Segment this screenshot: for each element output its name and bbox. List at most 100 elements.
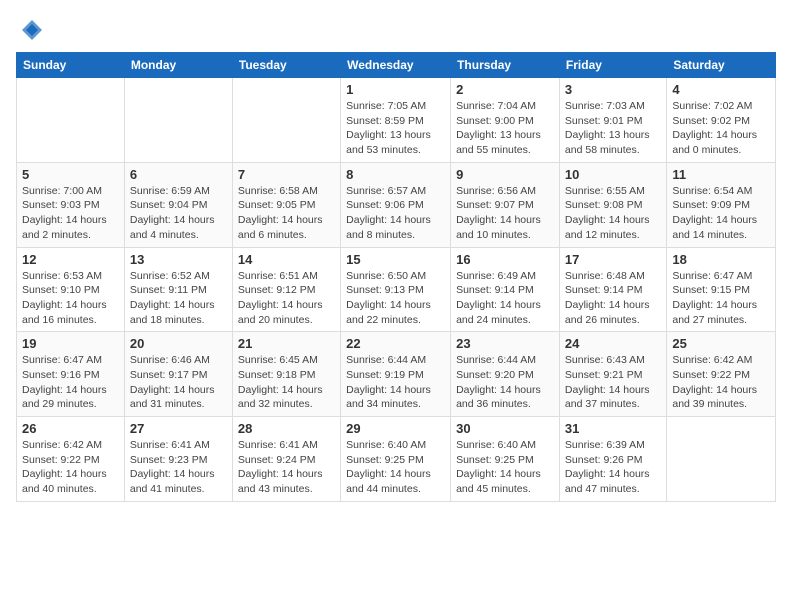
calendar-cell: 2 Sunrise: 7:04 AMSunset: 9:00 PMDaylight…	[451, 78, 560, 163]
day-detail: Sunrise: 6:41 AMSunset: 9:23 PMDaylight:…	[130, 438, 227, 497]
day-detail: Sunrise: 6:43 AMSunset: 9:21 PMDaylight:…	[565, 353, 661, 412]
day-detail: Sunrise: 6:41 AMSunset: 9:24 PMDaylight:…	[238, 438, 335, 497]
calendar-cell: 23 Sunrise: 6:44 AMSunset: 9:20 PMDayligh…	[451, 332, 560, 417]
calendar-cell: 27 Sunrise: 6:41 AMSunset: 9:23 PMDayligh…	[124, 417, 232, 502]
day-detail: Sunrise: 6:53 AMSunset: 9:10 PMDaylight:…	[22, 269, 119, 328]
day-number: 15	[346, 252, 445, 267]
day-number: 17	[565, 252, 661, 267]
day-detail: Sunrise: 6:45 AMSunset: 9:18 PMDaylight:…	[238, 353, 335, 412]
calendar-cell: 15 Sunrise: 6:50 AMSunset: 9:13 PMDayligh…	[341, 247, 451, 332]
day-number: 18	[672, 252, 770, 267]
weekday-header: Tuesday	[232, 53, 340, 78]
calendar-cell: 24Sunrise: 6:43 AMSunset: 9:21 PMDayligh…	[559, 332, 666, 417]
calendar-cell: 14Sunrise: 6:51 AMSunset: 9:12 PMDayligh…	[232, 247, 340, 332]
calendar-cell	[124, 78, 232, 163]
calendar-cell: 5Sunrise: 7:00 AMSunset: 9:03 PMDaylight…	[17, 162, 125, 247]
calendar-cell: 22Sunrise: 6:44 AMSunset: 9:19 PMDayligh…	[341, 332, 451, 417]
day-number: 25	[672, 336, 770, 351]
calendar-week-row: 1 Sunrise: 7:05 AMSunset: 8:59 PMDaylight…	[17, 78, 776, 163]
day-number: 10	[565, 167, 661, 182]
calendar-cell: 30 Sunrise: 6:40 AMSunset: 9:25 PMDayligh…	[451, 417, 560, 502]
day-number: 11	[672, 167, 770, 182]
day-number: 2	[456, 82, 554, 97]
weekday-header: Thursday	[451, 53, 560, 78]
page-header	[16, 16, 776, 44]
calendar-cell: 18 Sunrise: 6:47 AMSunset: 9:15 PMDayligh…	[667, 247, 776, 332]
calendar-cell: 29 Sunrise: 6:40 AMSunset: 9:25 PMDayligh…	[341, 417, 451, 502]
day-number: 16	[456, 252, 554, 267]
calendar-cell: 28 Sunrise: 6:41 AMSunset: 9:24 PMDayligh…	[232, 417, 340, 502]
day-detail: Sunrise: 6:49 AMSunset: 9:14 PMDaylight:…	[456, 269, 554, 328]
calendar-cell: 8 Sunrise: 6:57 AMSunset: 9:06 PMDaylight…	[341, 162, 451, 247]
day-number: 26	[22, 421, 119, 436]
day-detail: Sunrise: 6:44 AMSunset: 9:20 PMDaylight:…	[456, 353, 554, 412]
day-detail: Sunrise: 6:46 AMSunset: 9:17 PMDaylight:…	[130, 353, 227, 412]
day-detail: Sunrise: 6:55 AMSunset: 9:08 PMDaylight:…	[565, 184, 661, 243]
calendar-cell: 6 Sunrise: 6:59 AMSunset: 9:04 PMDaylight…	[124, 162, 232, 247]
day-number: 13	[130, 252, 227, 267]
day-detail: Sunrise: 7:05 AMSunset: 8:59 PMDaylight:…	[346, 99, 445, 158]
day-detail: Sunrise: 7:03 AMSunset: 9:01 PMDaylight:…	[565, 99, 661, 158]
day-number: 30	[456, 421, 554, 436]
weekday-header: Wednesday	[341, 53, 451, 78]
day-number: 19	[22, 336, 119, 351]
day-number: 1	[346, 82, 445, 97]
day-detail: Sunrise: 6:40 AMSunset: 9:25 PMDaylight:…	[456, 438, 554, 497]
calendar-cell: 9Sunrise: 6:56 AMSunset: 9:07 PMDaylight…	[451, 162, 560, 247]
calendar-header: SundayMondayTuesdayWednesdayThursdayFrid…	[17, 53, 776, 78]
calendar-cell	[667, 417, 776, 502]
day-detail: Sunrise: 6:52 AMSunset: 9:11 PMDaylight:…	[130, 269, 227, 328]
day-number: 8	[346, 167, 445, 182]
day-detail: Sunrise: 6:42 AMSunset: 9:22 PMDaylight:…	[22, 438, 119, 497]
day-number: 20	[130, 336, 227, 351]
day-detail: Sunrise: 6:57 AMSunset: 9:06 PMDaylight:…	[346, 184, 445, 243]
weekday-header: Friday	[559, 53, 666, 78]
calendar-week-row: 5Sunrise: 7:00 AMSunset: 9:03 PMDaylight…	[17, 162, 776, 247]
logo-icon	[18, 16, 46, 44]
day-number: 4	[672, 82, 770, 97]
day-number: 7	[238, 167, 335, 182]
day-detail: Sunrise: 6:59 AMSunset: 9:04 PMDaylight:…	[130, 184, 227, 243]
day-number: 12	[22, 252, 119, 267]
calendar-week-row: 19 Sunrise: 6:47 AMSunset: 9:16 PMDayligh…	[17, 332, 776, 417]
day-number: 27	[130, 421, 227, 436]
calendar-week-row: 12 Sunrise: 6:53 AMSunset: 9:10 PMDayligh…	[17, 247, 776, 332]
day-number: 23	[456, 336, 554, 351]
calendar-cell	[232, 78, 340, 163]
day-number: 9	[456, 167, 554, 182]
day-number: 22	[346, 336, 445, 351]
day-detail: Sunrise: 6:48 AMSunset: 9:14 PMDaylight:…	[565, 269, 661, 328]
day-detail: Sunrise: 6:47 AMSunset: 9:15 PMDaylight:…	[672, 269, 770, 328]
calendar-cell: 10 Sunrise: 6:55 AMSunset: 9:08 PMDayligh…	[559, 162, 666, 247]
day-detail: Sunrise: 7:02 AMSunset: 9:02 PMDaylight:…	[672, 99, 770, 158]
calendar-cell: 12 Sunrise: 6:53 AMSunset: 9:10 PMDayligh…	[17, 247, 125, 332]
day-number: 5	[22, 167, 119, 182]
calendar-cell: 17 Sunrise: 6:48 AMSunset: 9:14 PMDayligh…	[559, 247, 666, 332]
weekday-header: Sunday	[17, 53, 125, 78]
calendar-cell: 26 Sunrise: 6:42 AMSunset: 9:22 PMDayligh…	[17, 417, 125, 502]
day-number: 6	[130, 167, 227, 182]
day-detail: Sunrise: 6:54 AMSunset: 9:09 PMDaylight:…	[672, 184, 770, 243]
day-detail: Sunrise: 6:51 AMSunset: 9:12 PMDaylight:…	[238, 269, 335, 328]
weekday-header: Monday	[124, 53, 232, 78]
day-detail: Sunrise: 6:42 AMSunset: 9:22 PMDaylight:…	[672, 353, 770, 412]
calendar-table: SundayMondayTuesdayWednesdayThursdayFrid…	[16, 52, 776, 502]
calendar-cell: 16 Sunrise: 6:49 AMSunset: 9:14 PMDayligh…	[451, 247, 560, 332]
logo	[16, 16, 46, 44]
calendar-cell	[17, 78, 125, 163]
day-number: 31	[565, 421, 661, 436]
calendar-cell: 1 Sunrise: 7:05 AMSunset: 8:59 PMDaylight…	[341, 78, 451, 163]
day-detail: Sunrise: 7:04 AMSunset: 9:00 PMDaylight:…	[456, 99, 554, 158]
day-detail: Sunrise: 6:50 AMSunset: 9:13 PMDaylight:…	[346, 269, 445, 328]
calendar-cell: 25 Sunrise: 6:42 AMSunset: 9:22 PMDayligh…	[667, 332, 776, 417]
calendar-cell: 3Sunrise: 7:03 AMSunset: 9:01 PMDaylight…	[559, 78, 666, 163]
calendar-week-row: 26 Sunrise: 6:42 AMSunset: 9:22 PMDayligh…	[17, 417, 776, 502]
day-number: 21	[238, 336, 335, 351]
day-detail: Sunrise: 6:47 AMSunset: 9:16 PMDaylight:…	[22, 353, 119, 412]
day-detail: Sunrise: 6:40 AMSunset: 9:25 PMDaylight:…	[346, 438, 445, 497]
day-number: 29	[346, 421, 445, 436]
day-number: 28	[238, 421, 335, 436]
calendar-cell: 21 Sunrise: 6:45 AMSunset: 9:18 PMDayligh…	[232, 332, 340, 417]
calendar-cell: 7Sunrise: 6:58 AMSunset: 9:05 PMDaylight…	[232, 162, 340, 247]
calendar-cell: 4 Sunrise: 7:02 AMSunset: 9:02 PMDaylight…	[667, 78, 776, 163]
